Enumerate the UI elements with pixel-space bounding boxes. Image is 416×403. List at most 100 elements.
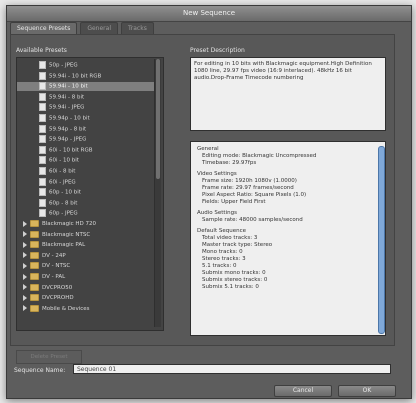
preset-item-label: 60i - 8 bit <box>49 168 76 175</box>
folder-icon <box>30 241 39 249</box>
preset-item-label: DV - 24P <box>42 252 66 259</box>
preset-file-icon <box>39 177 46 186</box>
presets-scrollbar[interactable] <box>154 59 161 327</box>
preset-item-label: 60i - 10 bit <box>49 157 79 164</box>
preset-list-item[interactable]: 59.94i - JPEG <box>17 103 155 112</box>
window-title: New Sequence <box>7 6 411 22</box>
preset-item-label: 59.94p - 10 bit <box>49 115 90 122</box>
preset-list-item[interactable]: 59.94i - 8 bit <box>17 92 155 102</box>
disclosure-triangle-icon[interactable] <box>23 294 27 301</box>
presets-scroll-thumb[interactable] <box>156 59 160 179</box>
preset-item-label: 60i - JPEG <box>49 179 76 186</box>
preset-list-item[interactable]: 60p - 8 bit <box>17 198 155 208</box>
preset-list-item[interactable]: 50p - JPEG <box>17 61 155 70</box>
preset-item-label: 59.94i - 8 bit <box>49 94 85 101</box>
preset-list-item[interactable]: 59.94i - 10 bit RGB <box>17 71 155 81</box>
preset-list-item[interactable]: 59.94i - 10 bit <box>17 82 155 92</box>
preset-details-line: Fields: Upper Field First <box>202 199 266 205</box>
preset-details-line: Submix mono tracks: 0 <box>202 270 266 276</box>
preset-item-label: 59.94i - 10 bit RGB <box>49 73 102 80</box>
preset-item-label: Blackmagic NTSC <box>42 231 91 238</box>
preset-list-item[interactable]: 60p - JPEG <box>17 209 155 218</box>
preset-item-label: DVCPROHD <box>42 295 74 302</box>
preset-file-icon <box>39 167 46 175</box>
preset-folder-item[interactable]: DV - NTSC <box>17 262 155 271</box>
preset-details-line: Frame size: 1920h 1080v (1.0000) <box>202 178 297 184</box>
preset-details-line: Stereo tracks: 3 <box>202 256 246 262</box>
preset-file-icon <box>39 103 46 112</box>
preset-folder-item[interactable]: Mobile & Devices <box>17 304 155 314</box>
preset-details-line: Submix stereo tracks: 0 <box>202 277 268 283</box>
details-scrollbar[interactable] <box>378 146 385 334</box>
preset-item-label: DV - NTSC <box>42 263 71 270</box>
folder-icon <box>30 304 39 312</box>
preset-details-line: Sample rate: 48000 samples/second <box>202 217 303 223</box>
sequence-name-input[interactable]: Sequence 01 <box>73 364 391 374</box>
disclosure-triangle-icon[interactable] <box>23 273 27 280</box>
preset-details-line: Video Settings <box>197 171 237 177</box>
preset-file-icon <box>39 188 46 197</box>
preset-item-label: 59.94p - 8 bit <box>49 126 87 133</box>
disclosure-triangle-icon[interactable] <box>23 241 27 248</box>
preset-folder-item[interactable]: DVCPRO50 <box>17 283 155 293</box>
preset-item-label: 60p - 8 bit <box>49 200 78 207</box>
preset-details-line: Total video tracks: 3 <box>202 235 258 241</box>
cancel-button[interactable]: Cancel <box>274 385 332 397</box>
delete-preset-button[interactable]: Delete Preset <box>16 350 82 364</box>
preset-folder-item[interactable]: Blackmagic PAL <box>17 241 155 250</box>
presets-list[interactable]: 50p - JPEG 59.94i - 10 bit RGB 59.94i - 10… <box>16 57 164 331</box>
preset-list-item[interactable]: 60i - 10 bit <box>17 156 155 165</box>
disclosure-triangle-icon[interactable] <box>23 262 27 269</box>
preset-file-icon <box>39 61 46 69</box>
preset-details-line: Submix 5.1 tracks: 0 <box>202 284 259 290</box>
preset-details-line: Master track type: Stereo <box>202 242 273 248</box>
folder-icon <box>30 230 39 238</box>
preset-folder-item[interactable]: DV - 24P <box>17 251 155 261</box>
preset-item-label: 59.94i - JPEG <box>49 104 85 111</box>
ok-button[interactable]: OK <box>338 385 396 397</box>
preset-folder-item[interactable]: DVCPROHD <box>17 294 155 303</box>
preset-file-icon <box>39 198 46 207</box>
preset-item-label: 50p - JPEG <box>49 62 78 69</box>
preset-details-box: General Editing mode: Blackmagic Uncompre… <box>190 141 386 336</box>
preset-item-label: Mobile & Devices <box>42 305 90 312</box>
preset-list-item[interactable]: 59.94p - 10 bit <box>17 114 155 123</box>
preset-list-item[interactable]: 59.94p - JPEG <box>17 135 155 144</box>
preset-list-item[interactable]: 60i - 10 bit RGB <box>17 145 155 155</box>
preset-file-icon <box>39 124 46 133</box>
preset-item-label: 59.94i - 10 bit <box>49 83 88 90</box>
disclosure-triangle-icon[interactable] <box>23 252 27 259</box>
preset-list-item[interactable]: 60i - JPEG <box>17 177 155 187</box>
preset-folder-item[interactable]: Blackmagic NTSC <box>17 230 155 240</box>
preset-folder-item[interactable]: Blackmagic HD 720 <box>17 220 155 229</box>
preset-file-icon <box>39 92 46 101</box>
folder-icon <box>30 273 39 280</box>
preset-item-label: Blackmagic PAL <box>42 242 86 249</box>
preset-file-icon <box>39 135 46 144</box>
preset-details-line: General <box>197 146 219 152</box>
preset-file-icon <box>39 82 46 91</box>
preset-description-box: For editing in 10 bits with Blackmagic e… <box>190 57 386 131</box>
preset-list-item[interactable]: 60p - 10 bit <box>17 188 155 197</box>
folder-icon <box>30 294 39 302</box>
preset-details-line: Audio Settings <box>197 210 237 216</box>
preset-description-label: Preset Description <box>190 47 245 54</box>
preset-list-item[interactable]: 60i - 8 bit <box>17 167 155 176</box>
preset-item-label: 60p - JPEG <box>49 210 78 217</box>
preset-file-icon <box>39 71 46 80</box>
preset-list-item[interactable]: 59.94p - 8 bit <box>17 124 155 134</box>
folder-icon <box>30 220 39 227</box>
available-presets-label: Available Presets <box>16 47 67 54</box>
preset-folder-item[interactable]: DV - PAL <box>17 273 155 282</box>
disclosure-triangle-icon[interactable] <box>23 284 27 291</box>
disclosure-triangle-icon[interactable] <box>23 220 27 227</box>
preset-file-icon <box>39 145 46 154</box>
preset-file-icon <box>39 156 46 165</box>
preset-file-icon <box>39 114 46 122</box>
disclosure-triangle-icon[interactable] <box>23 231 27 238</box>
preset-details-line: Mono tracks: 0 <box>202 249 243 255</box>
preset-file-icon <box>39 209 46 218</box>
preset-details-line: Pixel Aspect Ratio: Square Pixels (1.0) <box>202 192 307 198</box>
preset-item-label: Blackmagic HD 720 <box>42 221 97 227</box>
disclosure-triangle-icon[interactable] <box>23 305 27 312</box>
